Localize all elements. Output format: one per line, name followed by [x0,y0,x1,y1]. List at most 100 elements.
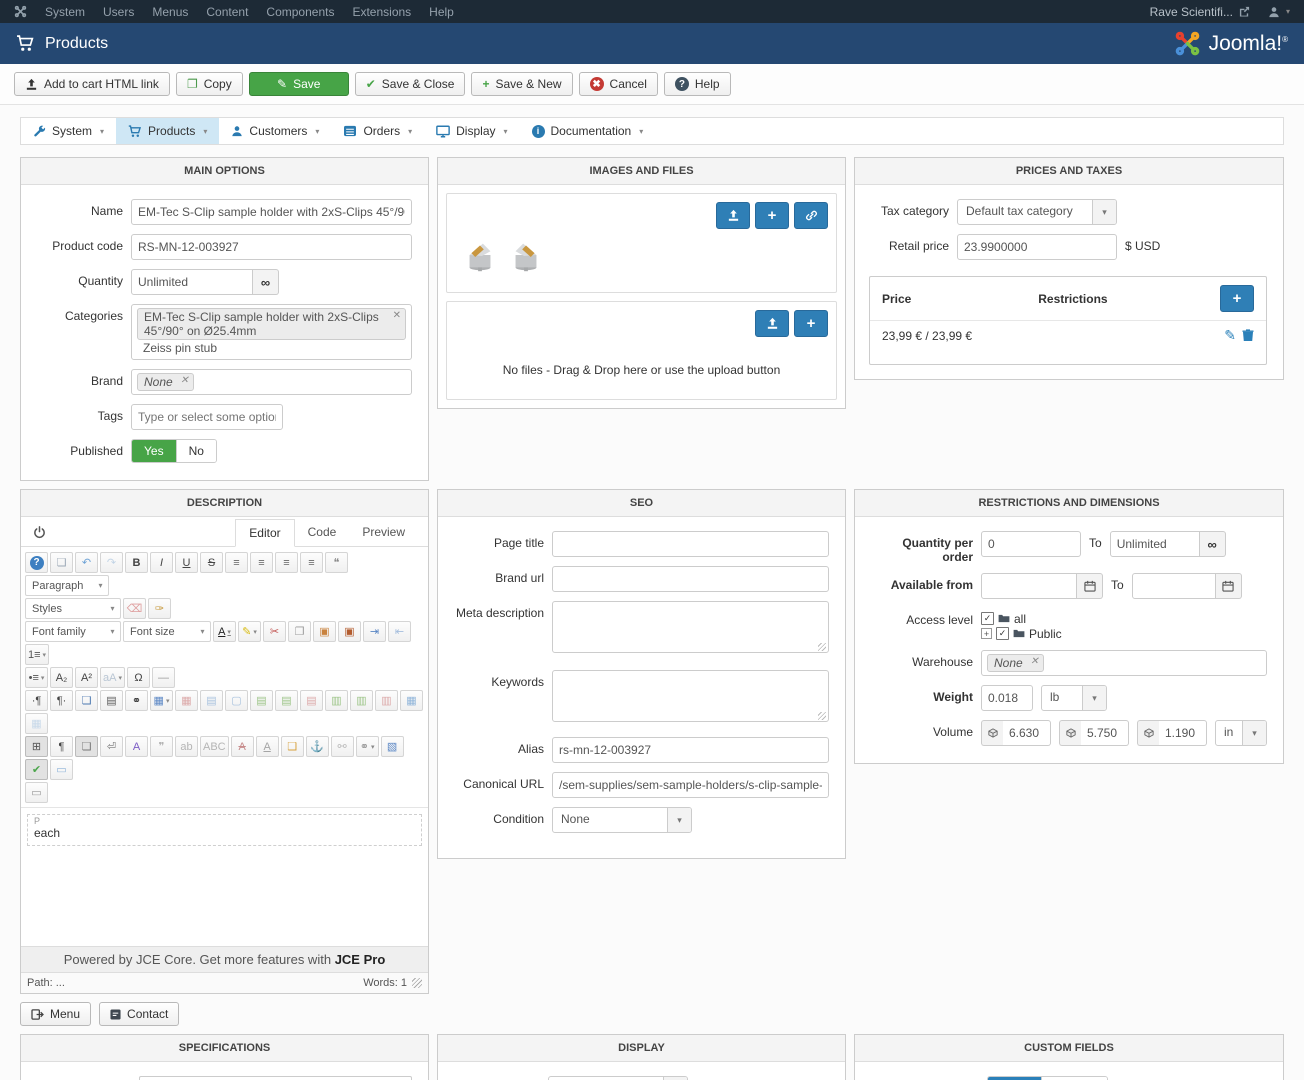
images-dropzone[interactable] [446,193,837,293]
tree-expand-icon[interactable] [981,628,992,639]
topmenu-content[interactable]: Content [206,5,248,19]
font-size-select[interactable]: Font size ▾ [123,621,211,642]
tab-code[interactable]: Code [295,519,350,546]
paste-text-icon[interactable]: ▣ [338,621,361,642]
save-new-button[interactable]: + Save & New [471,72,573,96]
container-icon[interactable]: ▭ [25,782,48,803]
row-properties-icon[interactable]: ▤ [200,690,223,711]
nav-item-products[interactable]: Products ▾ [116,118,220,144]
nav-item-documentation[interactable]: i Documentation ▾ [520,118,656,144]
align-left-icon[interactable]: ≡ [225,552,248,573]
volume-height-field[interactable] [1159,720,1207,746]
copy-icon[interactable]: ❐ [288,621,311,642]
highlight-icon[interactable]: ✎ ▾ [238,621,261,642]
access-all-checkbox[interactable] [981,612,994,625]
contact-button[interactable]: Contact [99,1002,180,1026]
undo-icon[interactable]: ↶ [75,552,98,573]
product-thumbnail[interactable] [461,239,499,273]
name-field[interactable] [131,199,412,225]
help-button[interactable]: ? Help [663,72,731,96]
canonical-url-field[interactable] [552,772,829,798]
cell-properties-icon[interactable]: ▢ [225,690,248,711]
save-button[interactable]: ✎ Save [248,72,349,96]
strikethrough-icon[interactable]: S [200,552,223,573]
acronym-icon[interactable]: ABC [200,736,229,757]
jce-pro-link[interactable]: JCE Pro [335,952,386,967]
edit-price-icon[interactable] [1224,327,1236,344]
upload-file-button[interactable] [755,310,789,337]
style-block-icon[interactable]: ▭ [50,759,73,780]
categories-field[interactable]: EM-Tec S-Clip sample holder with 2xS-Cli… [131,304,412,360]
product-thumbnail[interactable] [507,239,545,273]
calendar-icon[interactable] [1077,573,1103,599]
format-select[interactable]: Paragraph ▾ [25,575,109,596]
add-to-cart-html-link-button[interactable]: Add to cart HTML link [14,72,170,96]
editor-content[interactable]: P each [21,808,428,946]
underline-icon[interactable]: U [175,552,198,573]
keywords-field[interactable] [552,670,829,722]
quantity-field[interactable] [131,269,253,295]
meta-description-field[interactable] [552,601,829,653]
save-close-button[interactable]: ✔ Save & Close [354,72,466,96]
outdent-icon[interactable]: ⇤ [388,621,411,642]
topmenu-components[interactable]: Components [266,5,334,19]
copy-button[interactable]: ❐ Copy [175,72,243,96]
italic-icon[interactable]: I [150,552,173,573]
inserted-text-icon[interactable]: A [255,736,279,757]
insert-row-below-icon[interactable]: ▤ [275,690,298,711]
preview-icon[interactable]: ❏ [75,736,98,757]
editor-toggle-icon[interactable] [33,526,46,539]
volume-length-field[interactable] [1003,720,1051,746]
special-character-icon[interactable]: Ω [126,667,150,688]
text-color-icon[interactable]: A ▾ [213,621,236,642]
available-from-field[interactable] [981,573,1077,599]
add-image-button[interactable] [755,202,789,229]
delete-row-icon[interactable]: ▤ [300,690,323,711]
files-dropzone[interactable]: No files - Drag & Drop here or use the u… [446,301,837,400]
delete-column-icon[interactable]: ▥ [375,690,398,711]
table-icon[interactable]: ▦ ▾ [150,690,173,711]
eraser-icon[interactable]: ⌫ [123,598,146,619]
delete-price-icon[interactable] [1242,329,1254,342]
find-icon[interactable]: ⚭ [125,690,148,711]
redo-icon[interactable]: ↷ [100,552,123,573]
superscript-icon[interactable]: A² [75,667,98,688]
bold-icon[interactable]: B [125,552,148,573]
published-yes-button[interactable]: Yes [132,440,176,462]
cleanup-icon[interactable]: ✑ [148,598,171,619]
published-no-button[interactable]: No [175,440,216,462]
infinity-button[interactable] [253,269,279,295]
nav-item-orders[interactable]: Orders ▾ [331,118,424,144]
retail-price-field[interactable] [957,234,1117,260]
fullscreen-icon[interactable]: ❏ [75,690,98,711]
remove-tag-icon[interactable] [1030,656,1038,667]
brand-url-field[interactable] [552,566,829,592]
site-preview-link[interactable]: Rave Scientifi... [1150,5,1250,19]
new-document-icon[interactable]: ❏ [50,552,73,573]
print-icon[interactable]: ▤ [100,690,123,711]
styles-select[interactable]: Styles ▾ [25,598,121,619]
horizontal-rule-icon[interactable]: — [151,667,175,688]
visual-aid-icon[interactable]: ⊞ [25,736,48,757]
remove-tag-icon[interactable] [393,310,401,321]
nav-item-system[interactable]: System ▾ [21,118,116,144]
paste-icon[interactable]: ▣ [313,621,336,642]
weight-unit-select[interactable]: lb [1041,685,1107,711]
quotes-icon[interactable]: ❞ [150,736,173,757]
help-icon[interactable]: ? [25,552,48,573]
merge-cells-icon[interactable]: ▦ [400,690,423,711]
topmenu-extensions[interactable]: Extensions [352,5,411,19]
remove-tag-icon[interactable] [180,375,188,386]
alias-field[interactable] [552,737,829,763]
align-right-icon[interactable]: ≡ [275,552,298,573]
insert-column-left-icon[interactable]: ▥ [325,690,348,711]
align-center-icon[interactable]: ≡ [250,552,273,573]
align-justify-icon[interactable]: ≡ [300,552,323,573]
split-cells-icon[interactable]: ▦ [25,713,48,734]
abbreviation-icon[interactable]: ab [175,736,198,757]
link-icon[interactable]: ⚭ ▾ [355,736,379,757]
menu-button[interactable]: Menu [20,1002,92,1026]
anchor-icon[interactable]: ⚓ [305,736,329,757]
font-tools-icon[interactable]: A [125,736,148,757]
case-change-icon[interactable]: aA ▾ [100,667,125,688]
